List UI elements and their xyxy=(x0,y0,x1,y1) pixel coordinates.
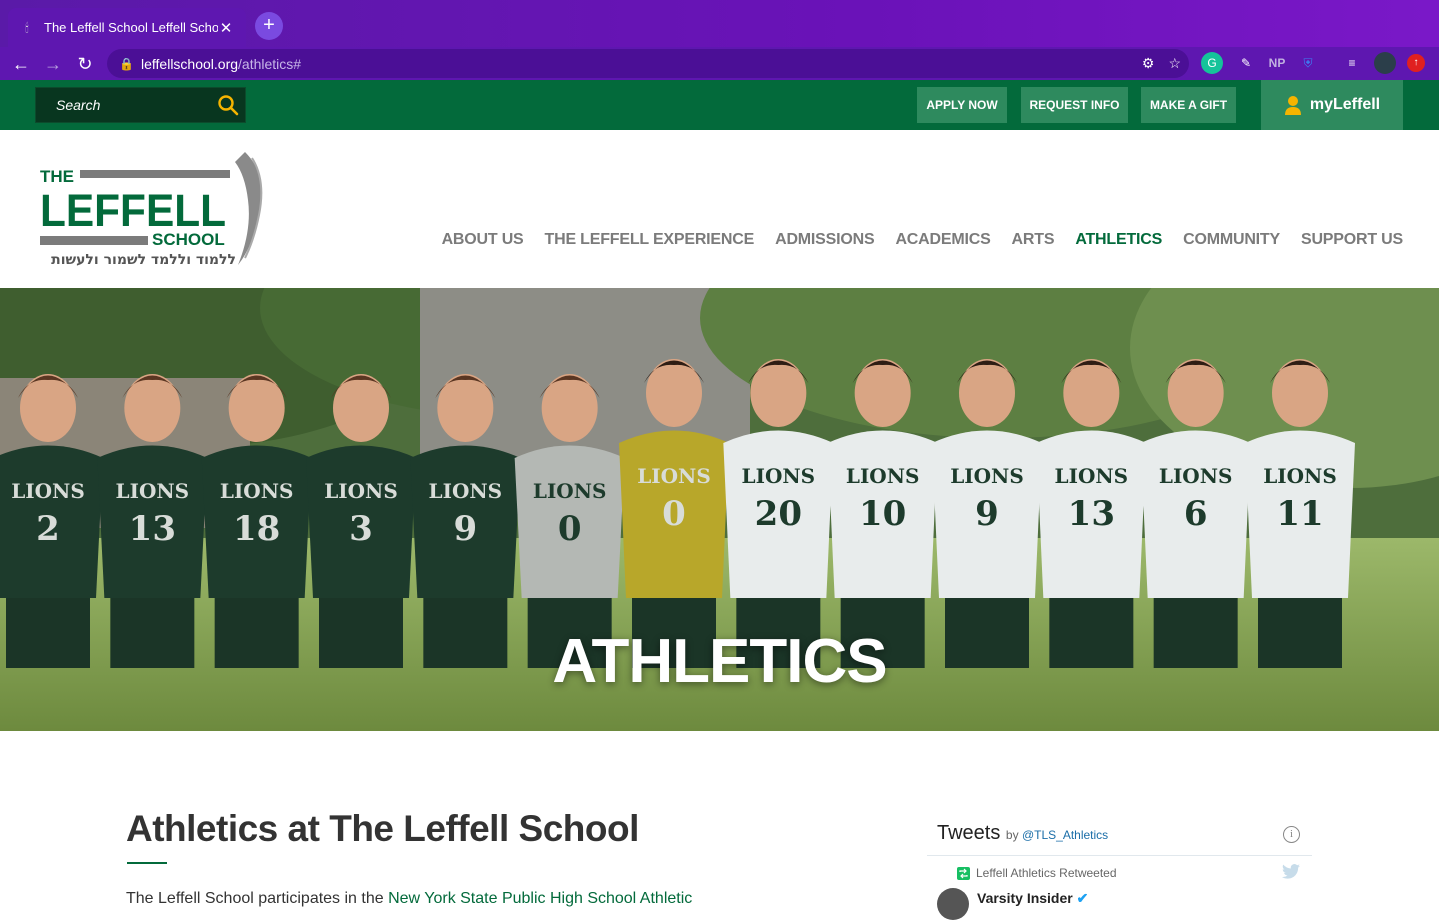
request-info-button[interactable]: REQUEST INFO xyxy=(1021,87,1128,123)
tab-title: The Leffell School Leffell Scho xyxy=(44,20,218,35)
omnibox-icons: ⚙ ☆ xyxy=(1142,55,1181,72)
nav-item-about-us[interactable]: ABOUT US xyxy=(442,231,524,249)
nav-item-the-leffell-experience[interactable]: THE LEFFELL EXPERIENCE xyxy=(545,231,755,249)
jersey-text: LIONS xyxy=(324,479,398,503)
main-navigation: ABOUT US THE LEFFELL EXPERIENCE ADMISSIONS… xyxy=(442,231,1404,249)
forward-arrow-icon[interactable]: → xyxy=(40,51,66,77)
browser-toolbar: ← → ↻ 🔒 leffellschool.org/athletics# ⚙ ☆ xyxy=(0,47,1439,80)
logo-hebrew: ללמוד וללמד לשמור ולעשות xyxy=(51,252,236,268)
url-host: leffellschool.org xyxy=(141,55,239,72)
jersey-text: LIONS xyxy=(637,464,711,488)
twitter-bird-icon[interactable] xyxy=(1282,864,1300,879)
jersey-number: 18 xyxy=(233,509,280,549)
shield-extension-icon[interactable]: ⛨ xyxy=(1297,52,1319,74)
jersey-number: 0 xyxy=(662,494,686,534)
tweets-by: by @TLS_Athletics xyxy=(1006,828,1108,842)
twitter-timeline-widget: Tweets by @TLS_Athletics i Leffell Athle… xyxy=(927,810,1312,920)
retweet-icon xyxy=(957,866,970,880)
page-title: Athletics at The Leffell School xyxy=(126,808,639,849)
torch-favicon-icon: 🕯 xyxy=(25,20,29,35)
intro-paragraph: The Leffell School participates in the N… xyxy=(126,890,692,908)
jersey-text: LIONS xyxy=(742,464,816,488)
make-a-gift-button[interactable]: MAKE A GIFT xyxy=(1141,87,1236,123)
jersey-text: LIONS xyxy=(846,464,920,488)
retweet-label: Leffell Athletics Retweeted xyxy=(976,866,1117,880)
tweets-heading: Tweets xyxy=(937,822,1001,844)
jersey-text: LIONS xyxy=(11,479,85,503)
tweets-by-label: by xyxy=(1005,828,1019,842)
search-icon[interactable] xyxy=(217,94,239,116)
jersey-text: LIONS xyxy=(116,479,190,503)
jersey-number: 10 xyxy=(859,494,906,534)
nav-item-admissions[interactable]: ADMISSIONS xyxy=(775,231,875,249)
jersey-number: 20 xyxy=(755,494,802,534)
myleffell-button[interactable]: myLeffell xyxy=(1261,80,1403,130)
nav-item-community[interactable]: COMMUNITY xyxy=(1183,231,1280,249)
jersey-number: 2 xyxy=(36,509,60,549)
logo-line2: LEFFELL xyxy=(40,185,226,236)
jersey-number: 9 xyxy=(975,494,999,534)
hero-title: ATHLETICS xyxy=(552,627,887,696)
jersey-number: 11 xyxy=(1276,494,1323,534)
nav-item-arts[interactable]: ARTS xyxy=(1012,231,1055,249)
address-bar[interactable]: 🔒 leffellschool.org/athletics# ⚙ ☆ xyxy=(107,49,1189,78)
site-search xyxy=(35,87,246,123)
profile-avatar-icon[interactable] xyxy=(1374,52,1396,74)
blocked-cookie-icon[interactable]: ⚙ xyxy=(1142,55,1155,72)
np-extension-icon[interactable]: NP xyxy=(1264,52,1290,74)
tweet-author-name[interactable]: Varsity Insider ✔ xyxy=(977,890,1088,907)
reload-icon[interactable]: ↻ xyxy=(72,51,98,77)
intro-text: The Leffell School participates in the xyxy=(126,890,389,907)
nys-association-link[interactable]: New York State Public High School Athlet… xyxy=(388,890,692,907)
logo-line1: THE xyxy=(40,167,74,186)
lock-icon: 🔒 xyxy=(119,56,134,71)
update-icon[interactable]: ↑ xyxy=(1407,54,1425,72)
site-header: THE LEFFELL SCHOOL ללמוד וללמד לשמור ולע… xyxy=(0,130,1439,288)
jersey-text: LIONS xyxy=(1055,464,1129,488)
author-name: Varsity Insider xyxy=(977,890,1073,906)
pen-extension-icon[interactable]: ✎ xyxy=(1235,52,1257,74)
browser-tabstrip: 🕯 The Leffell School Leffell Scho ✕ + xyxy=(0,0,1439,47)
title-underline xyxy=(127,862,167,864)
search-input[interactable] xyxy=(36,88,216,122)
jersey-text: LIONS xyxy=(220,479,294,503)
logo-line3: SCHOOL xyxy=(152,230,225,249)
jersey-number: 3 xyxy=(349,509,373,549)
retweet-line: Leffell Athletics Retweeted xyxy=(957,866,1117,880)
nav-item-academics[interactable]: ACADEMICS xyxy=(895,231,990,249)
jersey-text: LIONS xyxy=(533,479,607,503)
hero-banner: LIONS 2 LIONS 13 LIONS 18 LIONS 3 LIONS 9 LIONS 0 LI… xyxy=(0,288,1439,731)
jersey-text: LIONS xyxy=(1159,464,1233,488)
widget-divider xyxy=(927,855,1312,856)
url-path: /athletics# xyxy=(238,55,302,72)
grammarly-extension-icon[interactable]: G xyxy=(1201,52,1223,74)
jersey-text: LIONS xyxy=(1263,464,1337,488)
media-queue-icon[interactable]: ≡ xyxy=(1341,52,1363,74)
browser-tab[interactable]: 🕯 The Leffell School Leffell Scho ✕ xyxy=(8,8,246,47)
twitter-handle-link[interactable]: @TLS_Athletics xyxy=(1022,828,1108,842)
apply-now-button[interactable]: APPLY NOW xyxy=(917,87,1007,123)
jersey-number: 13 xyxy=(129,509,176,549)
jersey-number: 13 xyxy=(1068,494,1115,534)
tweet-author-avatar[interactable] xyxy=(937,888,969,920)
new-tab-button[interactable]: + xyxy=(255,12,283,40)
nav-item-support-us[interactable]: SUPPORT US xyxy=(1301,231,1403,249)
myleffell-label: myLeffell xyxy=(1309,96,1381,113)
close-tab-icon[interactable]: ✕ xyxy=(218,19,234,37)
back-arrow-icon[interactable]: ← xyxy=(8,51,34,77)
jersey-number: 9 xyxy=(453,509,477,549)
utility-bar: APPLY NOW REQUEST INFO MAKE A GIFT myLef… xyxy=(0,80,1439,130)
bookmark-star-icon[interactable]: ☆ xyxy=(1168,55,1181,72)
jersey-number: 6 xyxy=(1184,494,1208,534)
leffell-school-logo[interactable]: THE LEFFELL SCHOOL ללמוד וללמד לשמור ולע… xyxy=(40,150,270,270)
nav-item-athletics[interactable]: ATHLETICS xyxy=(1075,231,1162,249)
tweets-header: Tweets by @TLS_Athletics xyxy=(937,822,1108,845)
jersey-text: LIONS xyxy=(950,464,1024,488)
info-icon[interactable]: i xyxy=(1283,826,1300,843)
jersey-number: 0 xyxy=(558,509,582,549)
verified-badge-icon: ✔ xyxy=(1076,890,1089,906)
user-icon xyxy=(1284,96,1301,115)
jersey-text: LIONS xyxy=(429,479,503,503)
